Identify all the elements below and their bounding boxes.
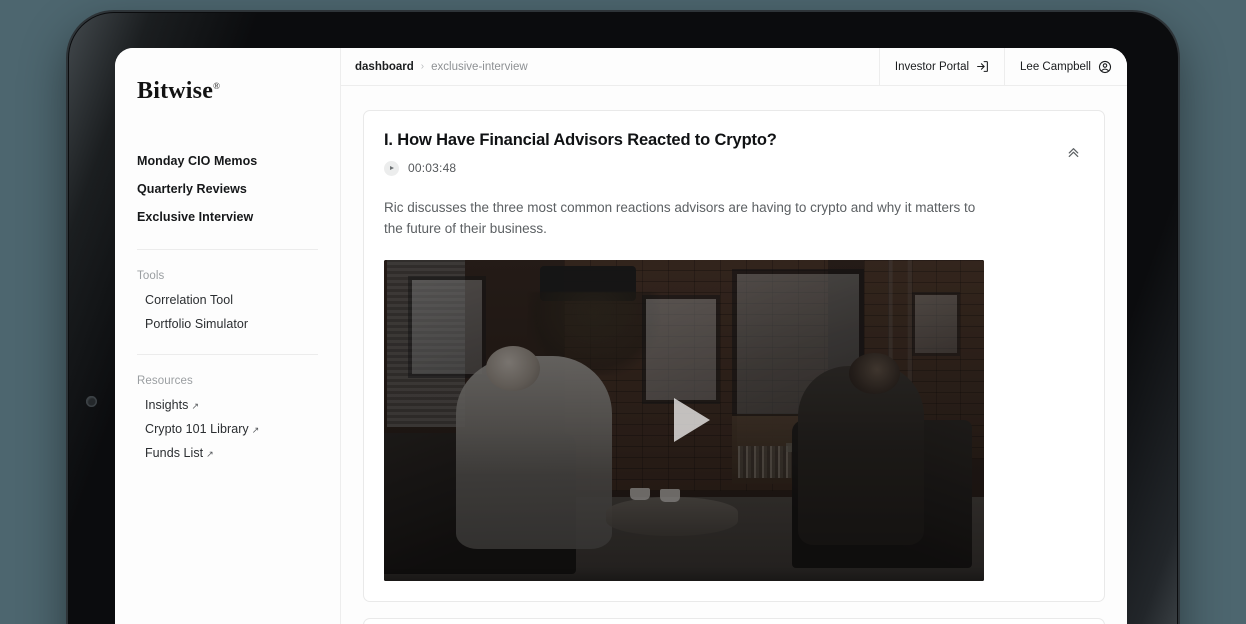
topbar: dashboard › exclusive-interview Investor… (341, 48, 1127, 86)
breadcrumb-item-dashboard[interactable]: dashboard (355, 61, 414, 73)
play-button-icon[interactable] (674, 398, 710, 443)
sidebar-item-crypto-101-library[interactable]: Crypto 101 Library ↗ (115, 417, 340, 441)
user-circle-icon (1098, 60, 1112, 74)
user-name-label: Lee Campbell (1020, 60, 1091, 73)
play-badge-icon (384, 160, 399, 176)
sidebar-primary-nav: Monday CIO Memos Quarterly Reviews Exclu… (115, 147, 340, 231)
sidebar-divider-1 (137, 249, 318, 250)
sidebar-group-label-tools: Tools (137, 270, 165, 282)
sidebar-item-insights[interactable]: Insights ↗ (115, 393, 340, 417)
main-region: dashboard › exclusive-interview Investor… (341, 48, 1127, 624)
session-card-1-duration: 00:03:48 (408, 161, 457, 176)
front-camera-icon (86, 396, 97, 407)
tablet-screen: Bitwise® Monday CIO Memos Quarterly Revi… (115, 48, 1127, 624)
session-card-1-title: I. How Have Financial Advisors Reacted t… (384, 131, 777, 149)
sidebar-item-funds-list[interactable]: Funds List ↗ (115, 441, 340, 465)
sidebar-item-correlation-tool[interactable]: Correlation Tool (115, 288, 340, 312)
sidebar: Bitwise® Monday CIO Memos Quarterly Revi… (115, 48, 341, 624)
sidebar-item-funds-list-label: Funds List (145, 446, 204, 460)
sidebar-item-quarterly-reviews[interactable]: Quarterly Reviews (115, 175, 340, 203)
registered-trademark-icon: ® (213, 81, 221, 91)
session-card-1-header[interactable]: I. How Have Financial Advisors Reacted t… (384, 131, 1084, 176)
sign-in-icon (976, 60, 989, 73)
sidebar-item-crypto-101-library-label: Crypto 101 Library (145, 422, 249, 436)
external-link-icon: ↗ (206, 449, 214, 459)
sidebar-item-exclusive-interview[interactable]: Exclusive Interview (115, 203, 340, 231)
content-area: I. How Have Financial Advisors Reacted t… (341, 86, 1127, 624)
session-card-1-meta: 00:03:48 (384, 160, 777, 176)
session-card-2: II. Crypto's Technology Will Alter Comme… (363, 617, 1105, 624)
investor-portal-label: Investor Portal (894, 60, 970, 73)
external-link-icon: ↗ (191, 401, 200, 411)
investor-portal-button[interactable]: Investor Portal (878, 48, 1004, 85)
brand-logo[interactable]: Bitwise® (115, 78, 220, 105)
session-card-1-heading-block: I. How Have Financial Advisors Reacted t… (384, 131, 777, 176)
sidebar-resources-nav: Insights ↗ Crypto 101 Library ↗ Funds List… (115, 393, 340, 465)
sidebar-item-monday-cio-memos[interactable]: Monday CIO Memos (115, 147, 340, 175)
user-menu-button[interactable]: Lee Campbell (1004, 48, 1127, 85)
double-chevron-up-icon[interactable] (1063, 141, 1084, 167)
sidebar-tools-nav: Correlation Tool Portfolio Simulator (115, 288, 340, 336)
sidebar-item-portfolio-simulator[interactable]: Portfolio Simulator (115, 312, 340, 336)
sidebar-item-insights-label: Insights (145, 398, 189, 412)
sidebar-divider-2 (137, 354, 318, 355)
breadcrumb: dashboard › exclusive-interview (341, 48, 879, 85)
breadcrumb-item-current: exclusive-interview (431, 60, 528, 73)
external-link-icon: ↗ (251, 425, 260, 435)
session-card-1: I. How Have Financial Advisors Reacted t… (363, 110, 1105, 602)
video-caption-strip (384, 566, 984, 581)
session-card-1-description: Ric discusses the three most common reac… (384, 199, 976, 236)
sidebar-group-label-resources: Resources (137, 375, 193, 387)
tablet-device-frame: Bitwise® Monday CIO Memos Quarterly Revi… (68, 12, 1178, 624)
brand-logo-text: Bitwise (137, 78, 214, 104)
breadcrumb-separator-icon: › (420, 61, 425, 72)
video-player-thumbnail[interactable] (384, 259, 984, 581)
